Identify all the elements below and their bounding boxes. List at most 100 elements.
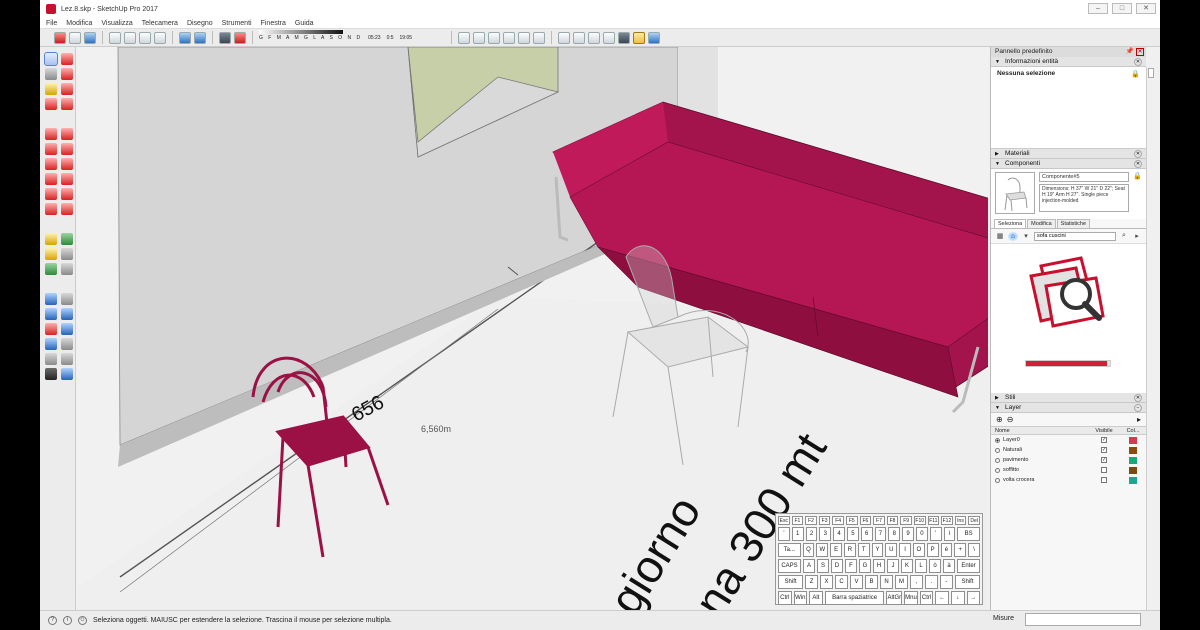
key-v[interactable]: V (850, 575, 864, 589)
cut-icon[interactable] (109, 31, 121, 44)
key-f7[interactable]: F7 (873, 516, 885, 525)
key-i[interactable]: I (899, 543, 911, 557)
key-enter[interactable]: Enter (957, 559, 980, 573)
menu-strumenti[interactable]: Strumenti (222, 20, 252, 27)
layer-visible-checkbox[interactable]: ✓ (1101, 447, 1107, 453)
key-a[interactable]: A (803, 559, 815, 573)
monochrome-icon[interactable] (648, 31, 660, 44)
home-icon[interactable]: ⌂ (1008, 231, 1018, 241)
key-h[interactable]: H (873, 559, 885, 573)
copy-icon[interactable] (124, 31, 136, 44)
add-layer-icon[interactable]: ⊕ (996, 415, 1003, 424)
credits-icon[interactable]: i (63, 616, 72, 625)
key-p[interactable]: P (926, 543, 939, 557)
key-comma[interactable]: , (909, 575, 923, 589)
tab-statistiche[interactable]: Statistiche (1056, 219, 1091, 228)
two-point-arc-icon[interactable] (61, 173, 73, 185)
minimize-button[interactable]: – (1088, 3, 1108, 14)
tray-scroll-thumb[interactable] (1148, 68, 1154, 78)
redo-icon[interactable] (194, 31, 206, 44)
key-f11[interactable]: F11 (927, 516, 940, 525)
key-5[interactable]: 5 (846, 527, 859, 541)
menu-disegno[interactable]: Disegno (187, 20, 213, 27)
footprints-icon[interactable] (45, 368, 57, 380)
key-a-grave[interactable]: à (943, 559, 955, 573)
column-visibile[interactable]: Visibile (1085, 427, 1123, 434)
key-backslash[interactable]: \ (968, 543, 980, 557)
geo-location-icon[interactable]: ? (48, 616, 57, 625)
key-w[interactable]: W (816, 543, 829, 557)
key-alt[interactable]: Alt (809, 591, 823, 605)
xray-icon[interactable] (558, 31, 570, 44)
key-2[interactable]: 2 (805, 527, 818, 541)
key-ctrl-left[interactable]: Ctrl (778, 591, 792, 605)
dimension-tool-icon[interactable] (61, 233, 73, 245)
user-icon[interactable]: ☺ (78, 616, 87, 625)
rectangle-tool-icon[interactable] (61, 83, 73, 95)
key-f10[interactable]: F10 (913, 516, 926, 525)
close-styles-icon[interactable]: ✕ (1134, 394, 1142, 402)
move-tool-icon[interactable] (45, 128, 57, 140)
key-6[interactable]: 6 (860, 527, 873, 541)
key-e[interactable]: E (830, 543, 842, 557)
key-backspace[interactable]: BS (957, 527, 980, 541)
offset-tool-icon[interactable] (45, 203, 57, 215)
layer-color-swatch[interactable] (1129, 436, 1137, 444)
view-back-icon[interactable] (518, 31, 530, 44)
active-layer-radio[interactable] (995, 467, 1000, 473)
layers-header[interactable]: Layer − (991, 403, 1146, 413)
key-t[interactable]: T (857, 543, 870, 557)
key-f9[interactable]: F9 (900, 516, 912, 525)
styles-header[interactable]: Stili ✕ (991, 393, 1146, 403)
key-r[interactable]: R (843, 543, 856, 557)
key-4[interactable]: 4 (833, 527, 845, 541)
arc-tool-icon[interactable] (61, 158, 73, 170)
walk-tool-icon[interactable] (45, 353, 57, 365)
text-tool-icon[interactable] (61, 248, 73, 260)
key-f12[interactable]: F12 (941, 516, 953, 525)
key-g[interactable]: G (859, 559, 871, 573)
key-del[interactable]: Del (968, 516, 980, 525)
key-z[interactable]: Z (805, 575, 819, 589)
erase-icon[interactable] (154, 31, 166, 44)
table-row[interactable]: pavimento ✓ (991, 455, 1146, 465)
zoom-extents-icon[interactable] (45, 323, 57, 335)
circle-tool-icon[interactable] (61, 128, 73, 140)
tab-seleziona[interactable]: Seleziona (994, 219, 1027, 228)
menu-visualizza[interactable]: Visualizza (101, 20, 132, 27)
shaded-icon[interactable] (618, 31, 630, 44)
3d-text-icon[interactable] (61, 263, 73, 275)
push-pull-icon[interactable] (45, 143, 57, 155)
maximize-button[interactable]: □ (1112, 3, 1132, 14)
entity-info-header[interactable]: Informazioni entità ✕ (991, 57, 1146, 67)
key-j[interactable]: J (887, 559, 899, 573)
component-name-field[interactable]: Componente#5 (1039, 172, 1130, 182)
rotated-rectangle-icon[interactable] (61, 98, 73, 110)
key-f[interactable]: F (845, 559, 857, 573)
back-edges-icon[interactable] (573, 31, 585, 44)
axes-tool-icon[interactable] (45, 263, 57, 275)
menu-telecamera[interactable]: Telecamera (142, 20, 178, 27)
key-altgr[interactable]: AltGr (886, 591, 903, 605)
key-win[interactable]: Win (793, 591, 808, 605)
column-nome[interactable]: Nome (991, 427, 1085, 434)
print-icon[interactable] (219, 31, 231, 44)
new-file-icon[interactable] (54, 31, 66, 44)
key-q[interactable]: Q (802, 543, 815, 557)
key-y[interactable]: Y (871, 543, 884, 557)
key-d[interactable]: D (831, 559, 843, 573)
key-0[interactable]: 0 (915, 527, 928, 541)
make-component-icon[interactable] (45, 68, 57, 80)
pan-tool-icon[interactable] (61, 293, 73, 305)
key-o-grave[interactable]: ò (929, 559, 941, 573)
dropdown-arrow-icon[interactable]: ▾ (1021, 232, 1031, 241)
zoom-window-icon[interactable] (61, 308, 73, 320)
pie-tool-icon[interactable] (61, 203, 73, 215)
layer-color-swatch[interactable] (1129, 456, 1137, 464)
paste-icon[interactable] (139, 31, 151, 44)
column-colore[interactable]: Col... (1123, 427, 1143, 434)
layer-details-icon[interactable]: ▸ (1137, 415, 1141, 424)
polygon-tool-icon[interactable] (61, 143, 73, 155)
key-o[interactable]: O (912, 543, 925, 557)
freehand-tool-icon[interactable] (61, 68, 73, 80)
